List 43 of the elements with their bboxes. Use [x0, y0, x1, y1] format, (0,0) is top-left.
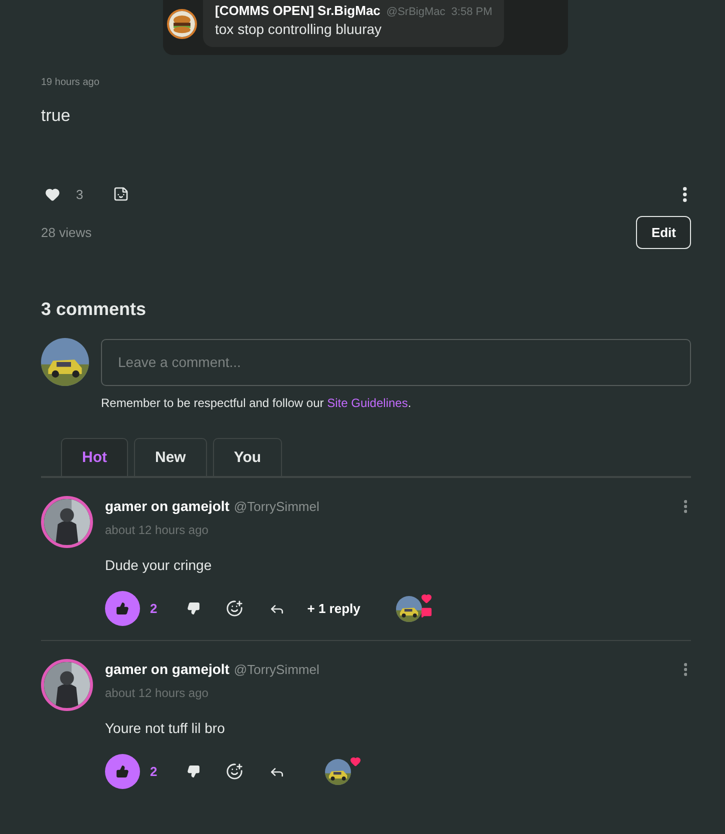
- heart-icon: [350, 756, 362, 766]
- commenter-name[interactable]: gamer on gamejolt: [105, 498, 230, 514]
- post-time: 19 hours ago: [41, 77, 100, 88]
- comment-time: about 12 hours ago: [105, 686, 210, 700]
- comment-input[interactable]: Leave a comment...: [101, 338, 691, 386]
- like-count: 2: [150, 764, 158, 779]
- tab[interactable]: You: [212, 438, 282, 476]
- guidelines-link[interactable]: Site Guidelines: [327, 396, 408, 410]
- comment-text: Dude your cringe: [105, 557, 213, 573]
- like-button[interactable]: [105, 591, 140, 626]
- thumbs-down-icon: [187, 602, 200, 615]
- comments-heading: 3 comments: [41, 299, 148, 320]
- commenter-name[interactable]: gamer on gamejolt: [105, 660, 230, 676]
- comment-time: about 12 hours ago: [105, 523, 210, 537]
- thumbs-up-icon: [116, 602, 129, 615]
- message-text: tox stop controlling bluuray: [215, 21, 383, 37]
- message-time: 3:58 PM: [451, 6, 492, 18]
- commenter-handle: @TorrySimmel: [234, 662, 320, 676]
- heart-icon: [45, 186, 60, 202]
- more-icon: [684, 500, 687, 513]
- like-button[interactable]: [105, 754, 140, 789]
- tab[interactable]: Hot: [61, 438, 128, 476]
- thumbs-up-icon: [116, 765, 129, 778]
- more-icon: [684, 663, 687, 676]
- more-icon: [683, 186, 687, 202]
- edit-button[interactable]: Edit: [636, 216, 691, 249]
- heart-icon: [421, 592, 432, 604]
- tab[interactable]: New: [134, 438, 207, 476]
- like-count: 3: [76, 186, 84, 202]
- author-handle: @SrBigMac: [386, 6, 446, 18]
- commenter-handle: @TorrySimmel: [234, 498, 320, 514]
- comment-text: Youre not tuff lil bro: [105, 720, 226, 736]
- replies-link[interactable]: + 1 reply: [307, 601, 360, 616]
- add-emoji-icon: [226, 763, 244, 780]
- sticker-icon: [113, 186, 130, 202]
- thumbs-down-icon: [187, 765, 200, 778]
- post-body: true: [41, 106, 72, 126]
- add-emoji-icon: [226, 600, 244, 617]
- chat-icon: [421, 606, 432, 618]
- view-count: 28 views: [41, 225, 92, 240]
- guidelines-text: Remember to be respectful and follow our Site Guidelines.: [101, 396, 412, 410]
- like-count: 2: [150, 601, 158, 616]
- author-name: [COMMS OPEN] Sr.BigMac: [215, 3, 380, 18]
